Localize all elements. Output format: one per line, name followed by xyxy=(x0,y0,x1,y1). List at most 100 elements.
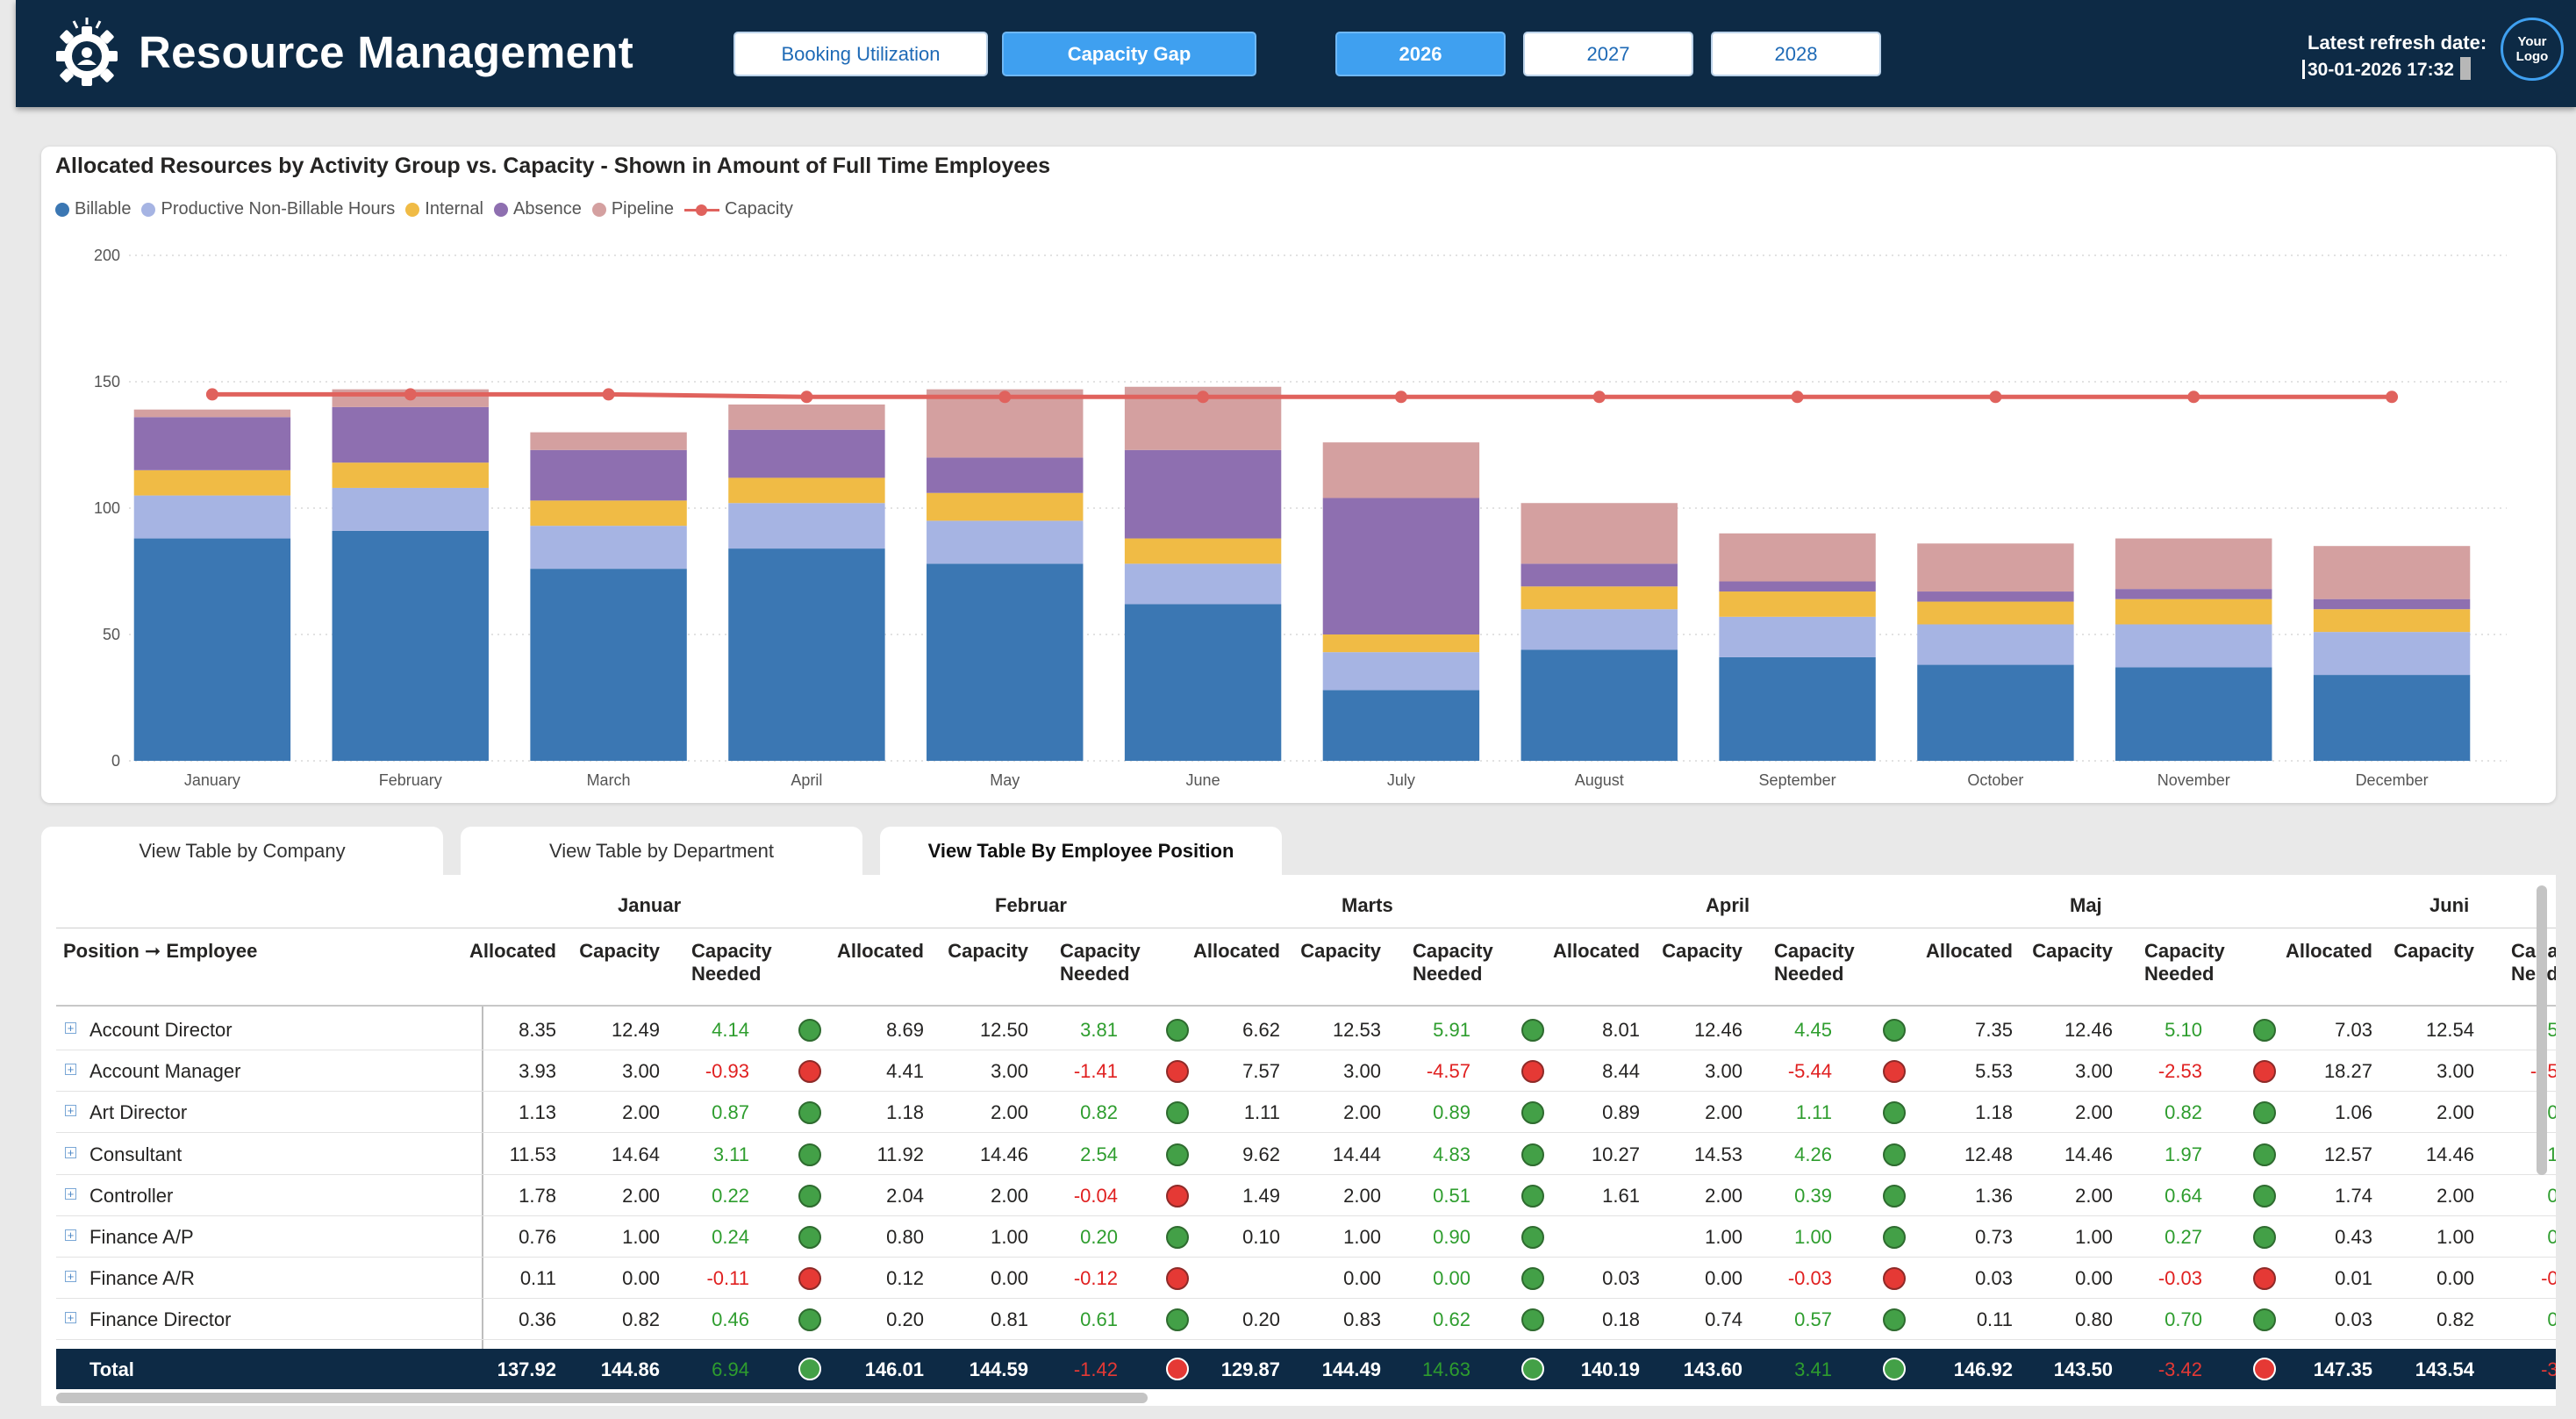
table-row[interactable]: + Finance A/R 0.11 0.00 -0.11 0.12 0.00 -0.12 0.… xyxy=(56,1257,2556,1300)
status-green-icon xyxy=(2253,1184,2276,1208)
expand-icon[interactable]: + xyxy=(65,1271,76,1283)
expand-icon[interactable]: + xyxy=(65,1146,76,1158)
table-row[interactable]: + Account Director 8.35 12.49 4.14 8.69 12.50 3… xyxy=(56,1008,2556,1050)
status-red-icon xyxy=(1521,1060,1544,1084)
legend-item[interactable]: Internal xyxy=(405,199,483,219)
cell-capacity: 1.00 xyxy=(1343,1226,1381,1248)
legend-item[interactable]: Absence xyxy=(494,199,582,219)
bar-segment xyxy=(2313,609,2471,633)
horizontal-scrollbar[interactable] xyxy=(56,1393,1148,1403)
legend-dot-icon xyxy=(55,202,69,217)
bar-segment xyxy=(1917,591,2074,602)
year-2028-button[interactable]: 2028 xyxy=(1711,32,1881,76)
status-green-icon xyxy=(1521,1019,1544,1042)
col-header-capacity-needed: CapacityNeeded xyxy=(1413,940,1493,985)
row-label: Finance A/R xyxy=(89,1267,195,1290)
table-row[interactable]: + Finance A/P 0.76 1.00 0.24 0.80 1.00 0.20 0.10… xyxy=(56,1215,2556,1258)
legend-item[interactable]: Capacity xyxy=(684,199,793,219)
expand-icon[interactable]: + xyxy=(65,1229,76,1241)
bar-segment xyxy=(1124,449,1282,539)
cell-capacity: 2.00 xyxy=(1343,1184,1381,1207)
cell-capacity: 2.00 xyxy=(1705,1184,1742,1207)
col-header-line: Needed xyxy=(1774,963,1844,985)
bar-segment xyxy=(1124,563,1282,605)
cell-capacity: 14.46 xyxy=(2064,1143,2113,1165)
legend-item[interactable]: Productive Non-Billable Hours xyxy=(141,199,395,219)
refresh-caret xyxy=(2302,60,2305,79)
col-header-line: Needed xyxy=(2144,963,2215,985)
cell-capacity-needed: -0.93 xyxy=(705,1060,749,1083)
row-label: Finance A/P xyxy=(89,1226,194,1248)
year-2026-button[interactable]: 2026 xyxy=(1335,32,1506,76)
cell-allocated: 7.35 xyxy=(1975,1019,2013,1041)
cell-capacity-needed: -0.11 xyxy=(706,1267,749,1290)
cell-capacity: 2.00 xyxy=(622,1184,660,1207)
table-row[interactable]: + Account Manager 3.93 3.00 -0.93 4.41 3.00 -1.… xyxy=(56,1050,2556,1093)
matrix-table-body: Position ➞ Employee + Account Director 8.3… xyxy=(56,875,2556,1406)
cell-capacity-needed: -4.57 xyxy=(1426,1060,1470,1083)
status-green-icon xyxy=(1166,1308,1189,1332)
status-green-icon xyxy=(798,1308,821,1332)
col-header-allocated: Allocated xyxy=(1925,940,2013,962)
tab-view-by-employee-position[interactable]: View Table By Employee Position xyxy=(880,827,1282,876)
bar-segment xyxy=(2313,632,2471,676)
total-allocated: 129.87 xyxy=(1220,1358,1280,1380)
capacity-point xyxy=(1989,391,2002,404)
tab-view-by-company[interactable]: View Table by Company xyxy=(41,827,443,876)
expand-icon[interactable]: + xyxy=(65,1187,76,1200)
bar-segment xyxy=(1521,563,1678,587)
expand-icon[interactable]: + xyxy=(65,1312,76,1324)
bar-segment xyxy=(927,563,1084,761)
x-tick-label: April xyxy=(791,771,822,789)
expand-icon[interactable]: + xyxy=(65,1022,76,1034)
cell-capacity-needed: 0.2 xyxy=(2547,1184,2556,1207)
month-header: Januar xyxy=(618,894,682,916)
cell-allocated: 1.78 xyxy=(519,1184,556,1207)
legend-item[interactable]: Pipeline xyxy=(591,199,674,219)
bar-segment xyxy=(133,469,291,496)
cell-allocated: 6.62 xyxy=(1242,1019,1280,1041)
legend-dot-icon xyxy=(591,202,606,217)
cell-capacity: 0.82 xyxy=(2436,1308,2474,1331)
cell-capacity: 14.46 xyxy=(2425,1143,2474,1165)
status-green-icon xyxy=(798,1019,821,1042)
total-row: Total 137.92 144.86 6.94 146.01 144.59 -1.42 12… xyxy=(56,1349,2556,1389)
bar-segment xyxy=(133,538,291,761)
cell-capacity: 2.00 xyxy=(991,1184,1028,1207)
year-2027-button[interactable]: 2027 xyxy=(1523,32,1693,76)
capacity-point xyxy=(2386,391,2399,404)
legend-label: Capacity xyxy=(725,199,793,219)
expand-icon[interactable]: + xyxy=(65,1064,76,1076)
booking-utilization-button[interactable]: Booking Utilization xyxy=(733,32,988,76)
col-header-capacity: Capacity xyxy=(948,940,1028,962)
status-green-icon xyxy=(798,1101,821,1125)
total-capacity-needed: 6.94 xyxy=(712,1358,749,1380)
cell-allocated: 0.73 xyxy=(1975,1226,2013,1248)
cell-allocated: 0.12 xyxy=(886,1267,924,1290)
table-row[interactable]: + Controller 1.78 2.00 0.22 2.04 2.00 -0.04 1.49… xyxy=(56,1174,2556,1216)
cell-capacity-needed: 1.00 xyxy=(1794,1226,1832,1248)
bar-segment xyxy=(530,569,687,761)
expand-icon[interactable]: + xyxy=(65,1105,76,1117)
table-row[interactable]: + Art Director 1.13 2.00 0.87 1.18 2.00 0.82 1.1… xyxy=(56,1091,2556,1134)
col-header-capacity: Capacity xyxy=(1300,940,1381,962)
bar-segment xyxy=(927,457,1084,493)
cell-capacity: 0.74 xyxy=(1705,1308,1742,1331)
chart-title: Allocated Resources by Activity Group vs… xyxy=(55,154,1051,178)
legend-item[interactable]: Billable xyxy=(55,199,131,219)
col-header-line: Needed xyxy=(1060,963,1130,985)
capacity-point xyxy=(1791,391,1804,404)
tab-view-by-department[interactable]: View Table by Department xyxy=(461,827,862,876)
total-capacity: 143.60 xyxy=(1683,1358,1742,1380)
bar-segment xyxy=(2313,546,2471,599)
row-label: Controller xyxy=(89,1184,174,1207)
vertical-scrollbar[interactable] xyxy=(2537,885,2547,1175)
capacity-gap-button[interactable]: Capacity Gap xyxy=(1002,32,1256,76)
table-row[interactable]: + Finance Director 0.36 0.82 0.46 0.20 0.81 0.6… xyxy=(56,1298,2556,1341)
stacked-bar-chart: 0 50 100 150 200 January February March April May… xyxy=(94,247,2507,789)
status-red-icon xyxy=(1166,1358,1189,1380)
cell-capacity: 14.64 xyxy=(611,1143,660,1165)
col-header-line: Needed xyxy=(691,963,762,985)
table-row[interactable]: + Consultant 11.53 14.64 3.11 11.92 14.46 2.54 9… xyxy=(56,1133,2556,1175)
x-tick-label: February xyxy=(379,771,442,789)
